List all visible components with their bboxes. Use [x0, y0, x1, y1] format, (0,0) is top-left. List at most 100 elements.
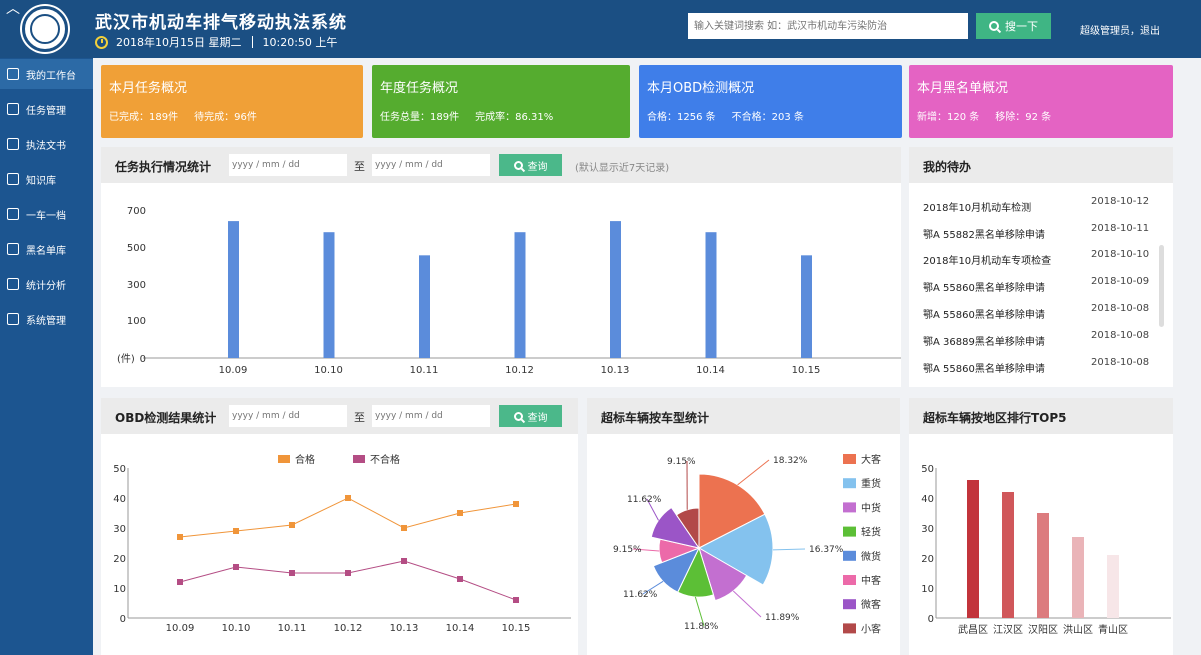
x-tick-label: 10.09	[166, 623, 195, 634]
y-unit-label: (件)	[117, 353, 135, 365]
collapse-chevron-icon[interactable]: ︿	[6, 0, 20, 18]
vehicle-pie-chart: 18.32% 大客 16.37% 重货 11.89% 中货 11.88% 轻货 11.62% 微货…	[613, 453, 881, 635]
task-stats-panel: 任务执行情况统计 至 查询 (默认显示近7天记录) 0 100 300 500 700 (…	[101, 147, 901, 387]
y-tick-label: 0	[120, 614, 126, 625]
sidebar-item-6[interactable]: 统计分析	[0, 269, 93, 299]
todo-text: 2018年10月机动车专项检查	[923, 256, 1052, 267]
series-line-1	[179, 560, 517, 601]
slice-leader	[737, 459, 770, 486]
bar-江汉区	[1002, 492, 1014, 618]
todo-text: 鄂A 55860黑名单移除申请	[923, 364, 1045, 375]
legend-swatch-3	[843, 526, 856, 537]
y-tick-label: 10	[921, 584, 934, 595]
y-tick-label: 30	[113, 524, 126, 535]
x-tick-label: 10.12	[334, 623, 363, 634]
default-hint: (默认显示近7天记录)	[575, 163, 670, 174]
point-1-5	[457, 576, 463, 582]
summary-card-1[interactable]: 年度任务概况 任务总量：189件 完成率：86.31%	[372, 65, 630, 138]
search-input[interactable]	[688, 13, 968, 39]
region-bar-chart: 0 10 20 30 40 50 武昌区 江汉区 汉阳区 洪山区 青山区	[921, 464, 1171, 636]
todo-text: 鄂A 55860黑名单移除申请	[923, 310, 1045, 321]
legend-label: 小客	[861, 622, 881, 635]
todo-date: 2018-10-08	[1091, 330, 1150, 341]
legend-label: 微客	[861, 598, 881, 611]
region-title: 超标车辆按地区排行TOP5	[923, 411, 1067, 425]
slice-label: 18.32%	[773, 456, 808, 466]
x-tick-label: 10.12	[505, 365, 534, 376]
slice-label: 11.62%	[623, 590, 658, 600]
todo-scrollbar[interactable]	[1159, 245, 1164, 327]
search-button[interactable]: 搜一下	[976, 13, 1051, 39]
x-tick-label: 10.13	[390, 623, 419, 634]
card-stat: 新增：120 条	[917, 112, 980, 123]
legend-swatch-1	[353, 455, 365, 463]
slice-label: 11.89%	[765, 613, 800, 623]
legend-label: 微货	[861, 550, 881, 563]
slice-label: 11.88%	[684, 622, 719, 632]
todo-text: 2018年10月机动车检测	[923, 203, 1032, 214]
x-tick-label: 武昌区	[958, 623, 988, 636]
obd-end-date[interactable]	[372, 405, 490, 427]
bar-10.14	[705, 232, 717, 358]
task-query-button[interactable]: 查询	[499, 154, 562, 176]
bar-10.11	[419, 255, 430, 358]
legend-swatch-6	[843, 599, 856, 610]
logo	[22, 6, 68, 52]
card-stats: 合格：1256 条 不合格：203 条	[647, 108, 820, 123]
point-0-5	[457, 510, 463, 516]
top-header: ︿ 武汉市机动车排气移动执法系统 2018年10月15日 星期二 10:20:5…	[0, 0, 1201, 58]
sidebar-item-0[interactable]: 我的工作台	[0, 59, 93, 89]
obd-start-date[interactable]	[229, 405, 347, 427]
point-1-1	[233, 564, 239, 570]
datetime: 2018年10月15日 星期二 10:20:50 上午	[95, 34, 337, 50]
obd-line-chart: 0 10 20 30 40 50 10.09 10.10 10.11 10.12 10.13 10.1…	[113, 453, 571, 634]
x-tick-label: 10.14	[446, 623, 475, 634]
card-stat: 已完成：189件	[109, 112, 179, 123]
task-bar-chart: 0 100 300 500 700 (件) 10.09 10.10 10.11 10.12 10.1…	[117, 206, 901, 376]
bar-10.12	[514, 232, 526, 358]
legend-swatch-4	[843, 550, 856, 561]
summary-card-3[interactable]: 本月黑名单概况 新增：120 条 移除：92 条	[909, 65, 1173, 138]
user-logout[interactable]: 超级管理员，退出	[1080, 22, 1160, 37]
point-1-4	[401, 558, 407, 564]
summary-card-0[interactable]: 本月任务概况 已完成：189件 待完成：96件	[101, 65, 363, 138]
sidebar-item-4[interactable]: 一车一档	[0, 199, 93, 229]
x-tick-label: 10.15	[792, 365, 821, 376]
sidebar-item-3[interactable]: 知识库	[0, 164, 93, 194]
search-icon	[513, 160, 523, 170]
y-tick-label: 20	[113, 554, 126, 565]
y-tick-label: 40	[921, 494, 934, 505]
todo-date: 2018-10-11	[1091, 223, 1150, 234]
date-to-label: 至	[354, 160, 365, 173]
search-icon	[989, 21, 999, 31]
sidebar-item-7[interactable]: 系统管理	[0, 304, 93, 334]
todo-title: 我的待办	[923, 160, 972, 174]
document-icon	[7, 138, 19, 150]
vehicle-type-panel: 超标车辆按车型统计 18.32% 大客 16.37% 重货 11.89% 中货 11.88%…	[587, 398, 900, 655]
series-line-0	[179, 497, 517, 538]
bar-青山区	[1107, 555, 1119, 618]
bar-洪山区	[1072, 537, 1084, 618]
y-tick-label: 10	[113, 584, 126, 595]
obd-query-button[interactable]: 查询	[499, 405, 562, 427]
legend-label: 合格	[295, 453, 315, 466]
task-end-date[interactable]	[372, 154, 490, 176]
sidebar-item-1[interactable]: 任务管理	[0, 94, 93, 124]
summary-card-2[interactable]: 本月OBD检测概况 合格：1256 条 不合格：203 条	[639, 65, 902, 138]
y-tick-label: 50	[921, 464, 934, 475]
y-tick-label: 50	[113, 464, 126, 475]
x-tick-label: 10.15	[502, 623, 531, 634]
y-tick-label: 20	[921, 554, 934, 565]
legend-label: 中客	[861, 574, 881, 587]
y-tick-label: 100	[127, 316, 146, 327]
gear-icon	[7, 313, 19, 325]
sidebar-item-5[interactable]: 黑名单库	[0, 234, 93, 264]
todo-date: 2018-10-08	[1091, 357, 1150, 368]
sidebar-item-2[interactable]: 执法文书	[0, 129, 93, 159]
legend-swatch-2	[843, 502, 856, 513]
date-to-label: 至	[354, 411, 365, 424]
legend-label: 轻货	[861, 526, 881, 539]
card-stats: 新增：120 条 移除：92 条	[917, 108, 1067, 123]
task-start-date[interactable]	[229, 154, 347, 176]
x-tick-label: 10.11	[278, 623, 307, 634]
